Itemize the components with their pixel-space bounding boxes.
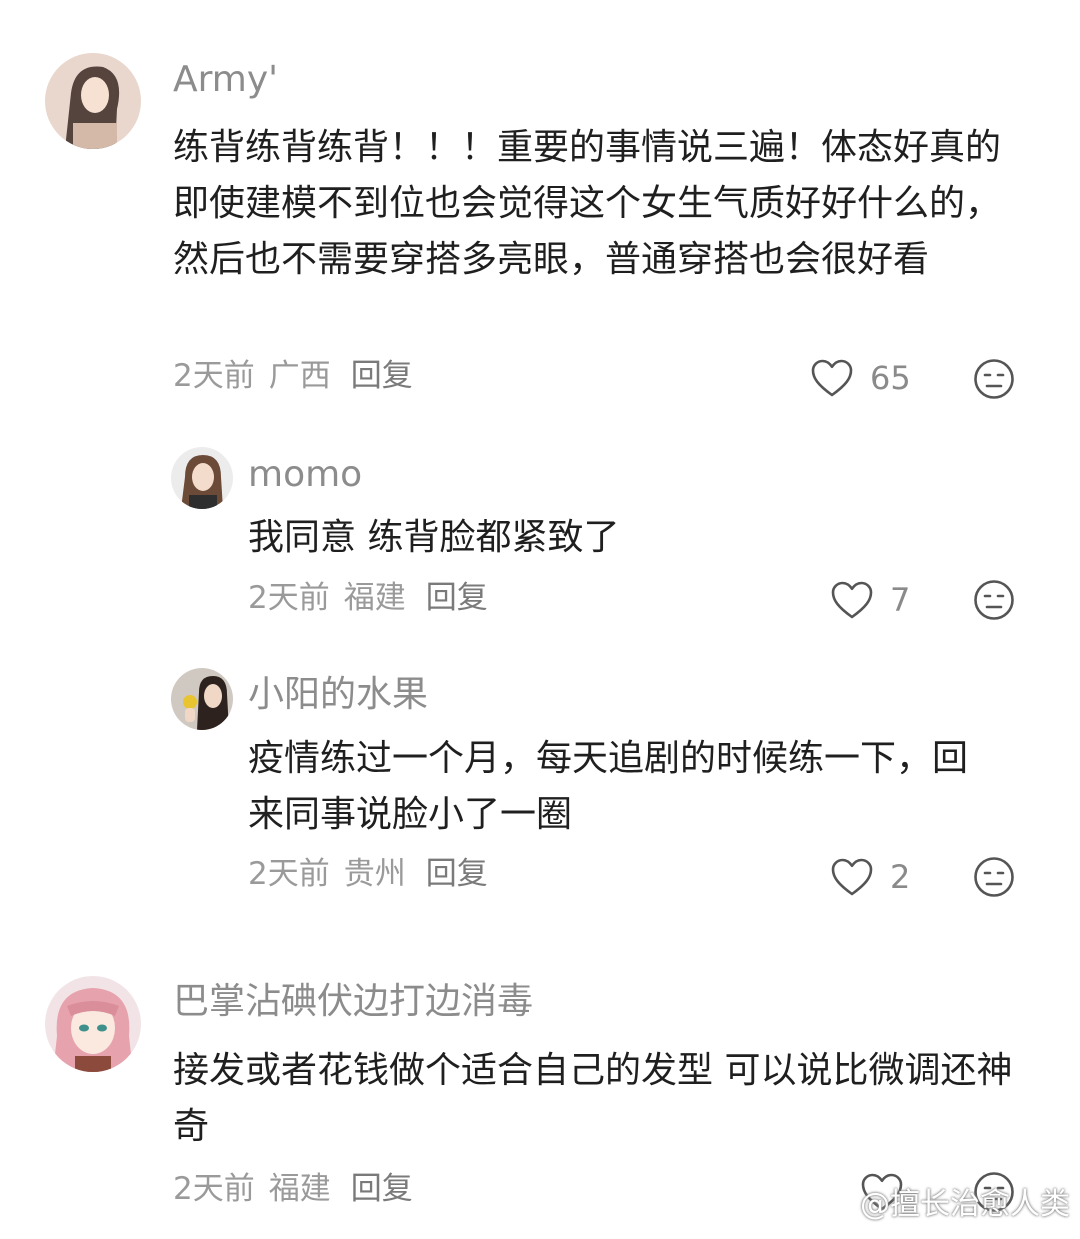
avatar[interactable] — [45, 976, 141, 1072]
comment-meta: 2天前 福建 回复 — [248, 580, 502, 617]
dislike-button[interactable] — [973, 856, 1015, 898]
like-button[interactable]: 65 — [810, 356, 911, 400]
like-button[interactable]: 2 — [830, 855, 910, 899]
username[interactable]: Army' — [173, 58, 278, 101]
meh-face-icon — [973, 579, 1015, 621]
avatar[interactable] — [45, 53, 141, 149]
comment-text: 练背练背练背！！！重要的事情说三遍！体态好真的即使建模不到位也会觉得这个女生气质… — [173, 127, 1002, 280]
heart-outline-icon — [830, 580, 874, 620]
comment-meta: 2天前 福建 回复 — [173, 1171, 427, 1208]
location: 福建 — [343, 580, 406, 616]
meh-face-icon — [973, 856, 1015, 898]
weibo-logo-icon — [810, 1177, 860, 1225]
username[interactable]: 巴掌沾碘伏边打边消毒 — [173, 980, 533, 1023]
comment-text: 疫情练过一个月，每天追剧的时候练一下，回来同事说脸小了一圈 — [248, 738, 969, 835]
comment-text: 我同意 练背脸都紧致了 — [248, 517, 620, 558]
comment-meta: 2天前 贵州 回复 — [248, 856, 502, 893]
reply-button[interactable]: 回复 — [351, 1171, 413, 1207]
watermark: @擅长治愈人类 — [810, 1177, 1070, 1225]
avatar[interactable] — [171, 447, 233, 509]
reply-button[interactable]: 回复 — [351, 358, 413, 394]
username[interactable]: 小阳的水果 — [248, 673, 428, 716]
like-count: 7 — [890, 581, 911, 619]
location: 广西 — [268, 358, 331, 394]
timestamp: 2天前 — [248, 580, 330, 616]
dislike-button[interactable] — [973, 579, 1015, 621]
dislike-button[interactable] — [973, 358, 1015, 400]
location: 贵州 — [343, 856, 406, 892]
username[interactable]: momo — [248, 453, 362, 496]
timestamp: 2天前 — [173, 1171, 255, 1207]
like-button[interactable]: 7 — [830, 578, 910, 622]
watermark-text: @擅长治愈人类 — [860, 1187, 1070, 1222]
heart-outline-icon — [810, 358, 854, 398]
meh-face-icon — [973, 358, 1015, 400]
reply-button[interactable]: 回复 — [426, 580, 488, 616]
comment-text: 接发或者花钱做个适合自己的发型 可以说比微调还神奇 — [173, 1050, 1013, 1147]
avatar[interactable] — [171, 668, 233, 730]
location: 福建 — [268, 1171, 331, 1207]
heart-outline-icon — [830, 857, 874, 897]
comment-meta: 2天前 广西 回复 — [173, 358, 427, 395]
timestamp: 2天前 — [248, 856, 330, 892]
timestamp: 2天前 — [173, 358, 255, 394]
reply-button[interactable]: 回复 — [426, 856, 488, 892]
like-count: 65 — [870, 359, 911, 397]
like-count: 2 — [890, 858, 911, 896]
